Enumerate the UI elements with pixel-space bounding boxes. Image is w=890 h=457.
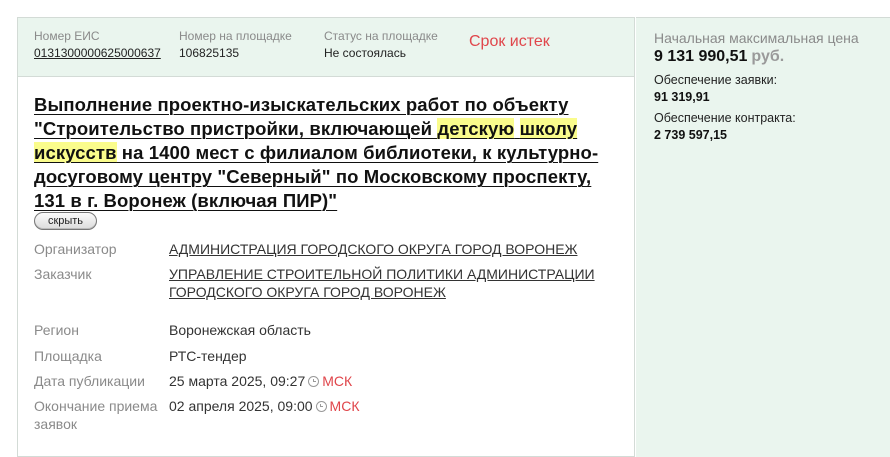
title-highlight-3: искусств [34, 142, 117, 163]
title-space-1 [514, 118, 519, 139]
currency-label: руб. [751, 48, 785, 65]
customer-link-line2: ГОРОДСКОГО ОКРУГА ГОРОД ВОРОНЕЖ [169, 284, 446, 300]
customer-label: Заказчик [34, 266, 92, 282]
eis-number-field: Номер ЕИС 0131300000625000637 [34, 29, 161, 61]
deadline-datetime: 02 апреля 2025, 09:00 [169, 398, 313, 414]
platform-value: РТС-тендер [169, 348, 247, 364]
initial-price-label: Начальная максимальная цена [654, 30, 859, 46]
initial-price: 9 131 990,51 руб. [654, 48, 784, 66]
organizer-link[interactable]: АДМИНИСТРАЦИЯ ГОРОДСКОГО ОКРУГА ГОРОД ВО… [169, 240, 619, 258]
platform-number-field: Номер на площадке 106825135 [179, 29, 292, 61]
deadline-timezone: МСК [329, 398, 360, 414]
deadline-value: 02 апреля 2025, 09:00 МСК [169, 397, 619, 415]
region-label: Регион [34, 322, 79, 338]
published-timezone: МСК [322, 373, 353, 389]
platform-status-value: Не состоялась [324, 46, 406, 60]
platform-label: Площадка [34, 348, 102, 364]
published-value: 25 марта 2025, 09:27 МСК [169, 372, 619, 390]
customer-link[interactable]: УПРАВЛЕНИЕ СТРОИТЕЛЬНОЙ ПОЛИТИКИ АДМИНИС… [169, 265, 619, 301]
eis-number-link[interactable]: 0131300000625000637 [34, 45, 161, 61]
initial-price-value: 9 131 990,51 [654, 48, 748, 65]
bid-security-value: 91 319,91 [654, 90, 710, 104]
contract-security-value: 2 739 597,15 [654, 128, 727, 142]
card-header: Номер ЕИС 0131300000625000637 Номер на п… [18, 18, 634, 77]
title-highlight-1: детскую [437, 118, 515, 139]
title-highlight-2: школу [519, 118, 578, 139]
published-datetime: 25 марта 2025, 09:27 [169, 373, 306, 389]
expired-status-badge: Срок истек [469, 33, 550, 50]
title-text-part2: на 1400 мест с филиалом библиотеки, к ку… [34, 142, 599, 211]
platform-status-label: Статус на площадке [324, 29, 438, 43]
hide-button[interactable]: скрыть [34, 212, 97, 230]
deadline-label-line2: заявок [34, 416, 77, 432]
platform-number-label: Номер на площадке [179, 29, 292, 43]
eis-number-label: Номер ЕИС [34, 29, 100, 43]
published-label: Дата публикации [34, 373, 145, 389]
customer-link-line1: УПРАВЛЕНИЕ СТРОИТЕЛЬНОЙ ПОЛИТИКИ АДМИНИС… [169, 266, 595, 282]
tender-title[interactable]: Выполнение проектно-изыскательских работ… [34, 93, 624, 213]
contract-security-label: Обеспечение контракта: [654, 111, 796, 125]
organizer-label: Организатор [34, 241, 117, 257]
price-panel: Начальная максимальная цена 9 131 990,51… [636, 17, 890, 457]
platform-number-value: 106825135 [179, 46, 240, 60]
platform-status-field: Статус на площадке Не состоялась [324, 29, 438, 61]
clock-icon [315, 401, 327, 412]
bid-security-label: Обеспечение заявки: [654, 73, 778, 87]
tender-card: Номер ЕИС 0131300000625000637 Номер на п… [17, 17, 635, 457]
deadline-label: Окончание приема заявок [34, 397, 164, 433]
region-value: Воронежская область [169, 322, 311, 338]
deadline-label-line1: Окончание приема [34, 398, 158, 414]
clock-icon [308, 376, 320, 387]
